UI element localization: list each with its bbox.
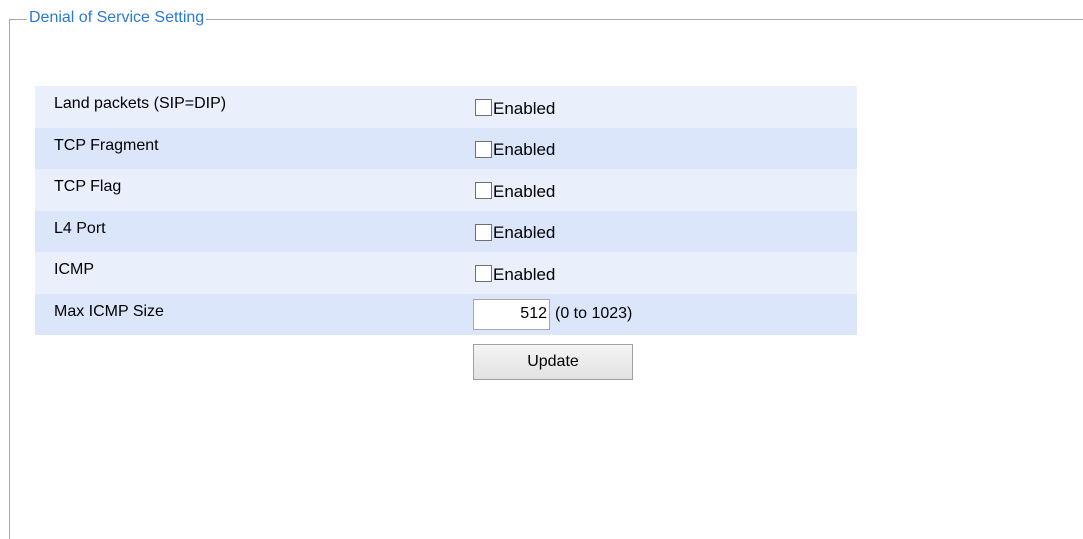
checkbox-label: Enabled <box>493 140 556 160</box>
setting-label: Land packets (SIP=DIP) <box>54 95 227 112</box>
checkbox-label: Enabled <box>493 264 556 284</box>
land-packets-checkbox[interactable] <box>475 99 492 117</box>
setting-label: TCP Fragment <box>54 136 159 154</box>
setting-label: TCP Flag <box>54 178 122 195</box>
setting-row-tcp-flag: TCP Flag Enabled <box>35 169 857 211</box>
checkbox-label: Enabled <box>493 98 556 118</box>
checkbox-label: Enabled <box>493 181 556 201</box>
setting-row-land-packets: Land packets (SIP=DIP) Enabled <box>35 86 857 128</box>
setting-label: Max ICMP Size <box>54 302 164 320</box>
setting-value: (0 to 1023) <box>473 294 857 336</box>
checkbox-label: Enabled <box>493 223 556 243</box>
update-button[interactable]: Update <box>473 344 633 380</box>
l4-port-checkbox[interactable] <box>475 223 492 241</box>
setting-value: Enabled <box>475 169 857 211</box>
setting-value: Enabled <box>475 211 857 253</box>
setting-row-max-icmp-size: Max ICMP Size (0 to 1023) <box>35 293 857 336</box>
fieldset-legend: Denial of Service Setting <box>27 8 207 28</box>
icmp-checkbox[interactable] <box>475 265 492 283</box>
setting-label: L4 Port <box>54 219 106 237</box>
dos-settings-table: Land packets (SIP=DIP) Enabled TCP Fragm… <box>35 86 857 335</box>
tcp-flag-checkbox[interactable] <box>475 182 492 200</box>
setting-value: Enabled <box>475 128 857 170</box>
setting-row-icmp: ICMP Enabled <box>35 252 857 294</box>
setting-value: Enabled <box>475 252 857 294</box>
setting-row-tcp-fragment: TCP Fragment Enabled <box>35 127 857 170</box>
setting-row-l4-port: L4 Port Enabled <box>35 210 857 253</box>
max-icmp-range-hint: (0 to 1023) <box>555 305 633 323</box>
setting-value: Enabled <box>475 86 857 128</box>
update-button-wrap: Update <box>473 344 633 380</box>
tcp-fragment-checkbox[interactable] <box>475 140 492 158</box>
max-icmp-size-input[interactable] <box>473 298 550 330</box>
setting-label: ICMP <box>54 261 94 278</box>
